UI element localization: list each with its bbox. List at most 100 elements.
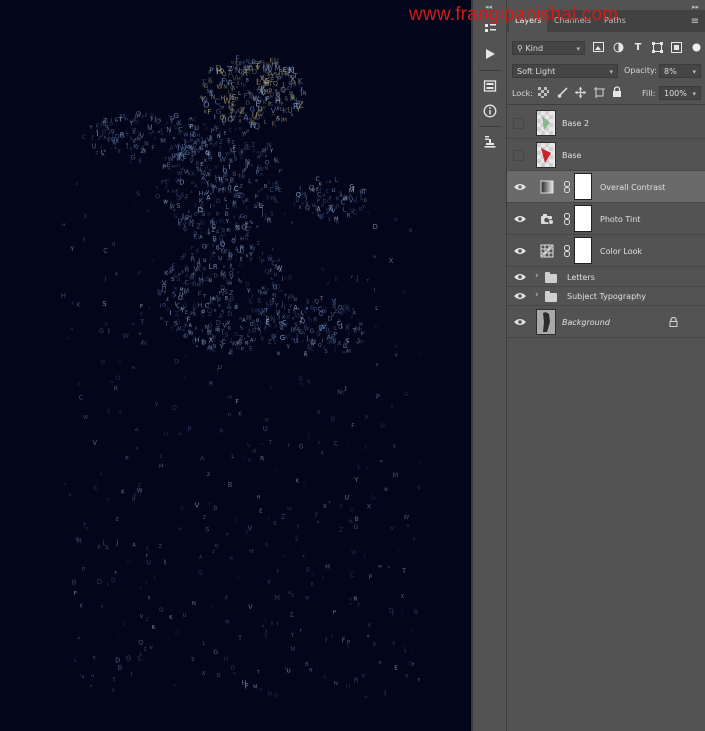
svg-text:T: T <box>290 633 294 638</box>
layer-mask-thumbnail[interactable] <box>574 173 592 200</box>
layer-row-background[interactable]: Background <box>507 306 705 338</box>
svg-text:A: A <box>189 323 193 329</box>
svg-text:H: H <box>248 458 251 464</box>
svg-text:W: W <box>178 273 182 277</box>
lock-transparent-icon[interactable] <box>538 87 549 100</box>
adjustment-filter-icon[interactable] <box>612 41 624 53</box>
svg-text:F: F <box>300 628 303 634</box>
layer-row-color-look[interactable]: Color Look <box>507 235 705 267</box>
svg-text:U: U <box>365 695 368 699</box>
lock-all-icon[interactable] <box>612 86 622 100</box>
type-filter-icon[interactable]: T <box>632 41 644 53</box>
eye-icon[interactable] <box>513 182 527 192</box>
svg-text:Q: Q <box>289 304 292 308</box>
svg-text:O: O <box>231 666 236 672</box>
layer-name: Photo Tint <box>600 215 641 224</box>
svg-text:S: S <box>257 299 261 305</box>
svg-text:U: U <box>294 338 299 345</box>
svg-text:Y: Y <box>410 651 413 656</box>
chevron-right-icon[interactable]: › <box>535 271 539 281</box>
svg-text:D: D <box>274 693 278 699</box>
svg-text:E: E <box>249 226 252 230</box>
chevron-right-icon[interactable]: › <box>535 290 539 300</box>
svg-text:S: S <box>276 116 280 123</box>
filter-toggle-icon[interactable] <box>690 41 702 53</box>
svg-text:G: G <box>198 569 203 577</box>
eye-icon[interactable] <box>513 246 527 256</box>
svg-text:I: I <box>140 586 141 592</box>
svg-text:H: H <box>171 325 174 330</box>
lock-brush-icon[interactable] <box>557 87 568 100</box>
svg-text:M: M <box>261 443 264 447</box>
panel-menu-icon[interactable]: ≡ <box>691 16 699 27</box>
svg-text:B: B <box>260 290 263 295</box>
layer-group-subject-typography[interactable]: › Subject Typography <box>507 287 705 306</box>
svg-text:O: O <box>178 131 181 136</box>
pixel-filter-icon[interactable] <box>592 41 604 53</box>
svg-text:B: B <box>245 221 249 227</box>
lock-artboard-icon[interactable] <box>594 87 605 100</box>
svg-text:K: K <box>154 136 157 140</box>
svg-text:Z: Z <box>228 162 232 168</box>
blend-mode-select[interactable]: Soft Light ▾ <box>512 64 618 78</box>
svg-text:V: V <box>150 645 154 651</box>
eye-icon[interactable] <box>513 291 527 301</box>
svg-text:V: V <box>247 443 250 449</box>
link-icon[interactable] <box>563 181 571 193</box>
layer-row-base[interactable]: Base <box>507 139 705 171</box>
svg-text:C: C <box>317 192 321 199</box>
svg-text:V: V <box>361 672 366 679</box>
svg-text:G: G <box>317 409 321 415</box>
link-icon[interactable] <box>563 213 571 225</box>
link-icon[interactable] <box>563 245 571 257</box>
layer-group-letters[interactable]: › Letters <box>507 268 705 287</box>
svg-text:C: C <box>350 571 355 579</box>
svg-text:D: D <box>90 684 93 688</box>
svg-text:I: I <box>384 690 386 698</box>
smart-object-filter-icon[interactable] <box>670 41 682 53</box>
layer-row-overall-contrast[interactable]: Overall Contrast <box>507 171 705 203</box>
opacity-field[interactable]: 8% ▾ <box>659 64 701 78</box>
layer-row-base-2[interactable]: Base 2 <box>507 107 705 139</box>
svg-text:X: X <box>341 311 344 317</box>
svg-text:A: A <box>257 84 262 93</box>
svg-text:U: U <box>380 421 385 429</box>
info-icon[interactable] <box>481 102 499 120</box>
visibility-toggle-empty[interactable] <box>513 150 524 161</box>
shape-filter-icon[interactable] <box>651 41 663 53</box>
svg-text:E: E <box>318 441 320 445</box>
svg-text:U: U <box>183 613 187 619</box>
svg-text:E: E <box>240 257 243 262</box>
svg-text:Q: Q <box>305 206 310 212</box>
fill-field[interactable]: 100% ▾ <box>659 86 701 100</box>
document-canvas[interactable]: NQBNXHWFYLLRJVFXHGGXZOAAKKIZDENOLRXARUZP… <box>0 0 471 731</box>
svg-text:U: U <box>307 379 310 384</box>
filter-kind-select[interactable]: ⚲ Kind ▾ <box>512 41 585 55</box>
layer-row-photo-tint[interactable]: Photo Tint <box>507 203 705 235</box>
svg-text:W: W <box>265 418 270 424</box>
eye-icon[interactable] <box>513 214 527 224</box>
svg-text:J: J <box>181 159 183 163</box>
clone-source-icon[interactable] <box>481 133 499 151</box>
eye-icon[interactable] <box>513 317 527 327</box>
svg-text:O: O <box>184 334 188 340</box>
svg-text:R: R <box>359 207 363 213</box>
svg-text:X: X <box>199 95 202 101</box>
svg-text:G: G <box>299 445 303 451</box>
svg-text:P: P <box>292 96 295 102</box>
lock-move-icon[interactable] <box>575 87 586 100</box>
fill-label: Fill: <box>642 89 656 98</box>
layer-mask-thumbnail[interactable] <box>574 237 592 264</box>
svg-text:J: J <box>229 262 232 270</box>
eye-icon[interactable] <box>513 272 527 282</box>
svg-text:H: H <box>221 96 225 102</box>
visibility-toggle-empty[interactable] <box>513 118 524 129</box>
svg-text:I: I <box>97 131 99 138</box>
svg-text:R: R <box>354 676 359 684</box>
layer-mask-thumbnail[interactable] <box>574 205 592 232</box>
history-icon[interactable] <box>481 77 499 95</box>
svg-text:P: P <box>82 567 86 574</box>
svg-text:U: U <box>345 494 350 501</box>
svg-text:H: H <box>249 549 253 555</box>
play-icon[interactable] <box>481 45 499 63</box>
